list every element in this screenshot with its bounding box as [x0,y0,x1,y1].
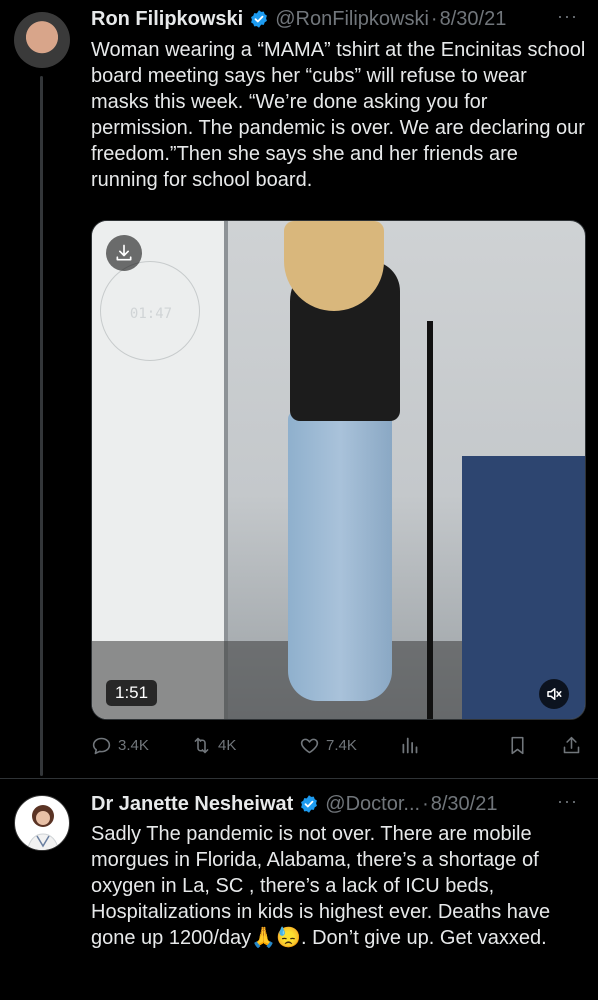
reply-count: 3.4K [118,736,149,754]
views-button[interactable] [399,733,426,757]
mute-button[interactable] [539,679,569,709]
muted-speaker-icon [547,688,562,700]
clock-face: 01:47 [130,306,172,322]
heart-icon [300,738,319,753]
tweet[interactable]: Dr Janette Nesheiwat @Doctor... · 8/30/2… [0,778,598,1000]
more-options-icon[interactable]: ··· [557,6,578,27]
avatar-portrait-icon [26,805,60,850]
verified-badge-icon [251,10,268,28]
tweet[interactable]: Ron Filipkowski @RonFilipkowski · 8/30/2… [0,0,598,776]
download-icon [116,244,132,261]
like-count: 7.4K [326,736,357,754]
author-handle[interactable]: @RonFilipkowski [275,8,429,31]
separator-dot: · [430,7,438,30]
share-button[interactable] [561,733,588,757]
verified-badge-icon [301,795,318,813]
bookmark-icon [511,736,524,754]
author-handle[interactable]: @Doctor... [325,793,420,816]
mic-stand [427,321,433,719]
tweet-text: Woman wearing a “MAMA” tshirt at the Enc… [91,39,586,191]
author-name[interactable]: Dr Janette Nesheiwat [91,793,293,816]
retweet-count: 4K [218,736,237,754]
bookmark-button[interactable] [507,733,534,757]
thread-connector [40,76,43,776]
wall-clock: 01:47 [100,261,200,361]
author-name[interactable]: Ron Filipkowski [91,8,243,31]
reply-icon [92,737,111,754]
tweet-header: Dr Janette Nesheiwat @Doctor... · 8/30/2… [91,791,497,817]
avatar[interactable] [14,795,70,851]
reply-button[interactable]: 3.4K [91,733,149,757]
tweet-header: Ron Filipkowski @RonFilipkowski · 8/30/2… [91,6,506,32]
speaker-jeans [288,411,392,701]
clock-readout: 01:47 [130,306,172,322]
action-bar: 3.4K 4K 7.4K [91,733,586,757]
analytics-icon [402,737,418,753]
tweet-date[interactable]: 8/30/21 [440,8,507,31]
podium [462,456,585,719]
share-icon [563,736,580,753]
retweet-button[interactable]: 4K [191,733,236,757]
separator-dot: · [422,792,429,815]
avatar[interactable] [14,12,70,68]
retweet-icon [194,737,209,753]
more-options-icon[interactable]: ··· [557,791,578,812]
tweet-text: Sadly The pandemic is not over. There ar… [91,823,551,949]
download-button[interactable] [106,235,142,271]
like-button[interactable]: 7.4K [299,733,357,757]
video-duration: 1:51 [106,680,158,706]
tweet-date[interactable]: 8/30/21 [431,793,498,816]
video-player[interactable]: 01:47 1:51 [91,220,586,720]
